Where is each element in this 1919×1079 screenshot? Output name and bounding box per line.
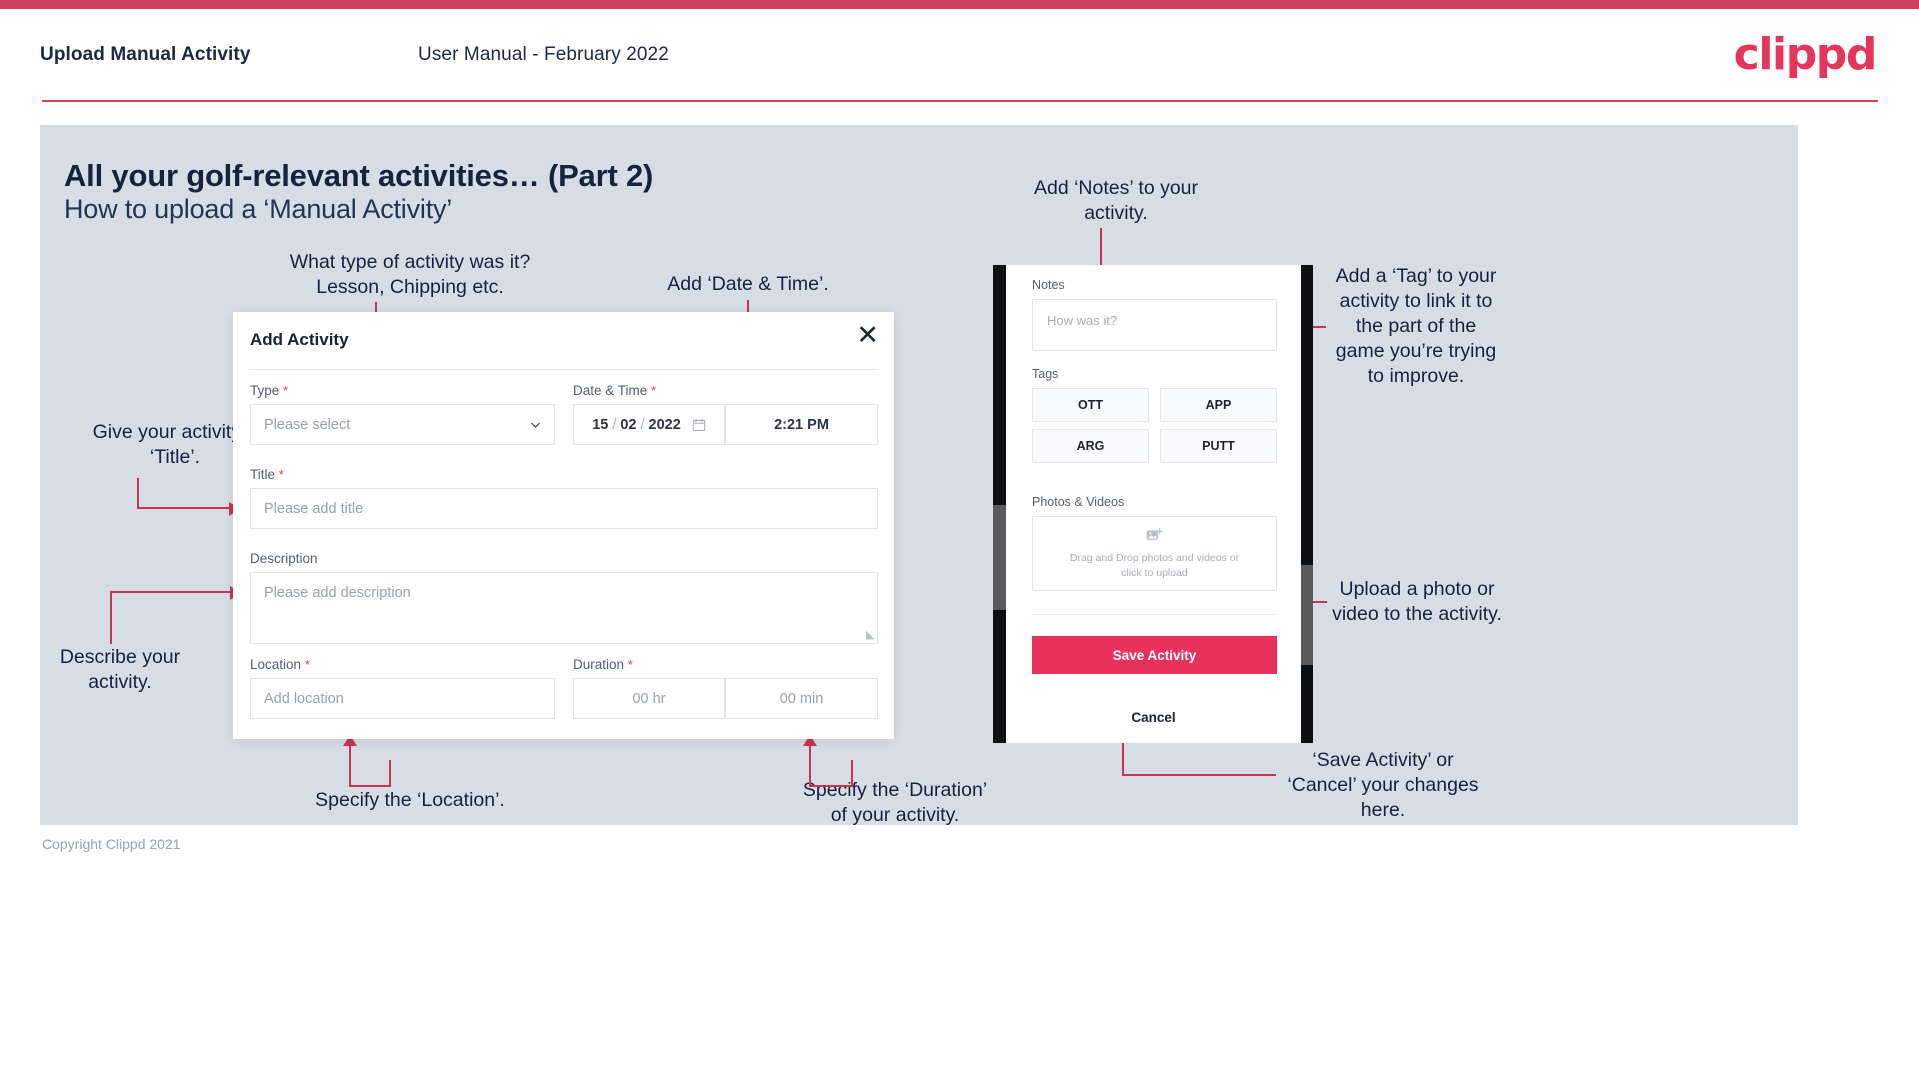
phone-volume-button-left xyxy=(993,505,1006,610)
save-activity-button[interactable]: Save Activity xyxy=(1032,636,1277,674)
location-input[interactable]: Add location xyxy=(250,678,555,719)
connector-title-h xyxy=(137,507,231,509)
type-required-marker: * xyxy=(283,383,289,398)
slide-heading: All your golf-relevant activities… (Part… xyxy=(64,158,654,193)
connector-dur-v2 xyxy=(851,760,853,786)
tag-arg[interactable]: ARG xyxy=(1032,429,1149,463)
slide-subheading: How to upload a ‘Manual Activity’ xyxy=(64,194,453,224)
location-placeholder: Add location xyxy=(264,690,344,707)
datetime-required-marker: * xyxy=(651,383,657,398)
page-title: Upload Manual Activity xyxy=(40,44,251,65)
connector-desc-v xyxy=(110,592,112,644)
duration-minutes-input[interactable]: 00 min xyxy=(725,678,878,719)
duration-hours-placeholder: 00 hr xyxy=(632,690,666,707)
dropzone-line-2: click to upload xyxy=(1121,566,1188,579)
annotation-location: Specify the ‘Location’. xyxy=(315,789,505,811)
duration-minutes-placeholder: 00 min xyxy=(779,690,824,707)
time-value: 2:21 PM xyxy=(774,416,829,433)
cancel-label: Cancel xyxy=(1131,710,1176,725)
connector-dur-h xyxy=(809,785,853,787)
chevron-down-icon xyxy=(531,422,540,428)
annotation-save-cancel: ‘Save Activity’ or ‘Cancel’ your changes… xyxy=(1287,749,1479,821)
notes-textarea[interactable]: How was it? xyxy=(1032,299,1277,351)
tag-ott-label: OTT xyxy=(1078,398,1103,412)
slide-root: Upload Manual Activity User Manual - Feb… xyxy=(0,0,1919,1079)
date-sep-1: / xyxy=(612,416,617,433)
annotation-description: Describe your activity. xyxy=(59,646,181,693)
save-activity-label: Save Activity xyxy=(1112,647,1197,663)
annotation-notes: Add ‘Notes’ to your activity. xyxy=(1033,177,1199,224)
title-placeholder: Please add title xyxy=(264,500,364,517)
duration-required-marker: * xyxy=(627,657,633,672)
cancel-button[interactable]: Cancel xyxy=(1006,710,1301,725)
phone-divider xyxy=(1032,614,1277,615)
date-month: 02 xyxy=(620,416,637,433)
connector-loc-v1 xyxy=(349,745,351,787)
description-label: Description xyxy=(250,551,318,566)
notes-placeholder: How was it? xyxy=(1047,313,1118,328)
duration-label: Duration * xyxy=(573,657,633,672)
title-label: Title * xyxy=(250,467,284,482)
tag-app-label: APP xyxy=(1205,398,1232,412)
phone-frame: Notes How was it? Tags OTT APP ARG PUTT … xyxy=(993,265,1313,743)
phone-power-button-right xyxy=(1301,565,1313,665)
dialog-title: Add Activity xyxy=(250,330,349,349)
header-divider xyxy=(42,100,1878,102)
date-year: 2022 xyxy=(648,416,681,433)
title-input[interactable]: Please add title xyxy=(250,488,878,529)
connector-dur-v1 xyxy=(809,745,811,787)
tag-ott[interactable]: OTT xyxy=(1032,388,1149,422)
copyright-notice: Copyright Clippd 2021 xyxy=(42,836,181,852)
tag-arg-label: ARG xyxy=(1076,439,1105,453)
connector-desc-h xyxy=(110,591,232,593)
tag-app[interactable]: APP xyxy=(1160,388,1277,422)
date-input[interactable]: 15 / 02 / 2022 xyxy=(573,404,725,445)
notes-label: Notes xyxy=(1032,278,1065,292)
connector-save-h xyxy=(1124,774,1276,776)
connector-title-v xyxy=(137,478,139,508)
description-placeholder: Please add description xyxy=(264,585,411,601)
top-accent-stripe xyxy=(0,0,1919,9)
annotation-tag: Add a ‘Tag’ to your activity to link it … xyxy=(1335,265,1497,387)
connector-loc-v2 xyxy=(389,760,391,786)
date-day: 15 xyxy=(592,416,609,433)
type-label: Type * xyxy=(250,383,289,398)
type-select[interactable]: Please select xyxy=(250,404,555,445)
description-textarea[interactable]: Please add description ◢ xyxy=(250,572,878,644)
annotation-upload: Upload a photo or video to the activity. xyxy=(1332,578,1502,625)
connector-loc-h xyxy=(349,785,391,787)
close-icon[interactable]: ✕ xyxy=(856,322,879,349)
tag-putt-label: PUTT xyxy=(1202,439,1235,453)
photos-videos-label: Photos & Videos xyxy=(1032,495,1125,509)
dialog-divider xyxy=(249,369,878,370)
datetime-label: Date & Time * xyxy=(573,383,657,398)
dropzone-line-1: Drag and Drop photos and videos or xyxy=(1069,551,1240,564)
clippd-logo: clippd xyxy=(1733,29,1878,80)
location-label: Location * xyxy=(250,657,310,672)
annotation-type: What type of activity was it? Lesson, Ch… xyxy=(289,251,531,298)
annotation-datetime: Add ‘Date & Time’. xyxy=(667,273,829,295)
phone-screen: Notes How was it? Tags OTT APP ARG PUTT … xyxy=(1006,265,1301,743)
title-required-marker: * xyxy=(278,467,284,482)
add-activity-dialog: Add Activity ✕ Type * Please select Date… xyxy=(233,312,894,739)
type-placeholder: Please select xyxy=(264,416,351,433)
date-sep-2: / xyxy=(640,416,645,433)
time-input[interactable]: 2:21 PM xyxy=(725,404,878,445)
tags-label: Tags xyxy=(1032,367,1059,381)
location-required-marker: * xyxy=(304,657,310,672)
tag-putt[interactable]: PUTT xyxy=(1160,429,1277,463)
page-subtitle: User Manual - February 2022 xyxy=(418,44,669,65)
duration-hours-input[interactable]: 00 hr xyxy=(573,678,725,719)
resize-handle-icon[interactable]: ◢ xyxy=(866,628,874,641)
add-image-icon xyxy=(1146,527,1163,540)
dropzone-text: Drag and Drop photos and videos or click… xyxy=(1070,551,1239,581)
photo-dropzone[interactable]: Drag and Drop photos and videos or click… xyxy=(1032,516,1277,591)
calendar-icon[interactable] xyxy=(692,418,706,432)
